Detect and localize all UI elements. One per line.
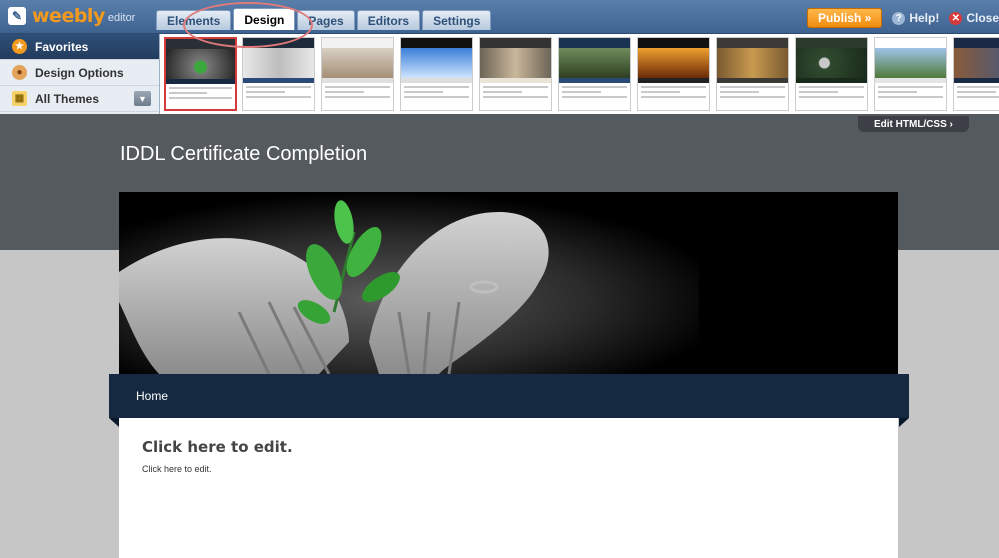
tab-elements[interactable]: Elements	[156, 10, 232, 30]
header-banner-image	[119, 192, 898, 374]
close-icon: ✕	[949, 11, 963, 25]
theme-thumbnail[interactable]	[795, 37, 868, 111]
theme-thumbnail[interactable]	[400, 37, 473, 111]
weebly-logo[interactable]: ✎ weebly editor	[8, 3, 135, 29]
grid-icon: ▦	[12, 91, 27, 106]
help-link[interactable]: ? Help!	[892, 11, 939, 25]
tab-editors[interactable]: Editors	[356, 10, 421, 30]
tab-settings[interactable]: Settings	[422, 10, 492, 30]
theme-thumbnail[interactable]	[558, 37, 631, 111]
theme-thumbnail[interactable]	[716, 37, 789, 111]
weebly-logo-icon: ✎	[8, 7, 26, 25]
sidebar-item-label: All Themes	[35, 91, 100, 106]
theme-thumbnail[interactable]	[479, 37, 552, 111]
close-label: Close	[966, 11, 999, 25]
nav-ribbon-fold-left	[109, 418, 119, 427]
edit-html-css-button[interactable]: Edit HTML/CSS ›	[858, 116, 969, 132]
hands-plant-image	[119, 192, 898, 374]
star-icon: ★	[12, 39, 27, 54]
site-nav-bar	[109, 374, 909, 418]
tab-pages[interactable]: Pages	[297, 10, 355, 30]
theme-thumbnail[interactable]	[874, 37, 947, 111]
top-toolbar: ✎ weebly editor Elements Design Pages Ed…	[0, 0, 999, 34]
content-heading[interactable]: Click here to edit.	[142, 438, 293, 456]
sidebar-item-label: Favorites	[35, 39, 89, 54]
logo-subtitle: editor	[107, 12, 136, 24]
sidebar-item-all-themes[interactable]: ▦ All Themes ▼	[0, 86, 159, 112]
content-paragraph[interactable]: Click here to edit.	[142, 464, 212, 474]
theme-thumbnail[interactable]	[953, 37, 999, 111]
nav-ribbon-fold-right	[899, 418, 909, 427]
sidebar-item-design-options[interactable]: ● Design Options	[0, 60, 159, 86]
theme-thumbnail-strip	[160, 34, 999, 114]
theme-thumbnail[interactable]	[321, 37, 394, 111]
chevron-down-icon[interactable]: ▼	[134, 91, 151, 106]
theme-thumbnail[interactable]	[164, 37, 237, 111]
palette-icon: ●	[12, 65, 27, 80]
main-tabs: Elements Design Pages Editors Settings	[156, 8, 492, 30]
help-icon: ?	[892, 11, 906, 25]
publish-button[interactable]: Publish »	[806, 8, 883, 28]
close-link[interactable]: ✕ Close	[949, 11, 999, 25]
logo-text: weebly	[32, 5, 105, 27]
sidebar-item-favorites[interactable]: ★ Favorites	[0, 34, 159, 60]
design-sidebar: ★ Favorites ● Design Options ▦ All Theme…	[0, 34, 160, 114]
tab-design[interactable]: Design	[233, 8, 296, 30]
theme-thumbnail[interactable]	[637, 37, 710, 111]
theme-thumbnail[interactable]	[242, 37, 315, 111]
help-label: Help!	[909, 11, 940, 25]
sidebar-item-label: Design Options	[35, 65, 124, 80]
site-title[interactable]: IDDL Certificate Completion	[120, 143, 367, 166]
top-right-actions: Publish » ? Help! ✕ Close	[806, 8, 999, 28]
nav-link-home[interactable]: Home	[136, 389, 168, 403]
